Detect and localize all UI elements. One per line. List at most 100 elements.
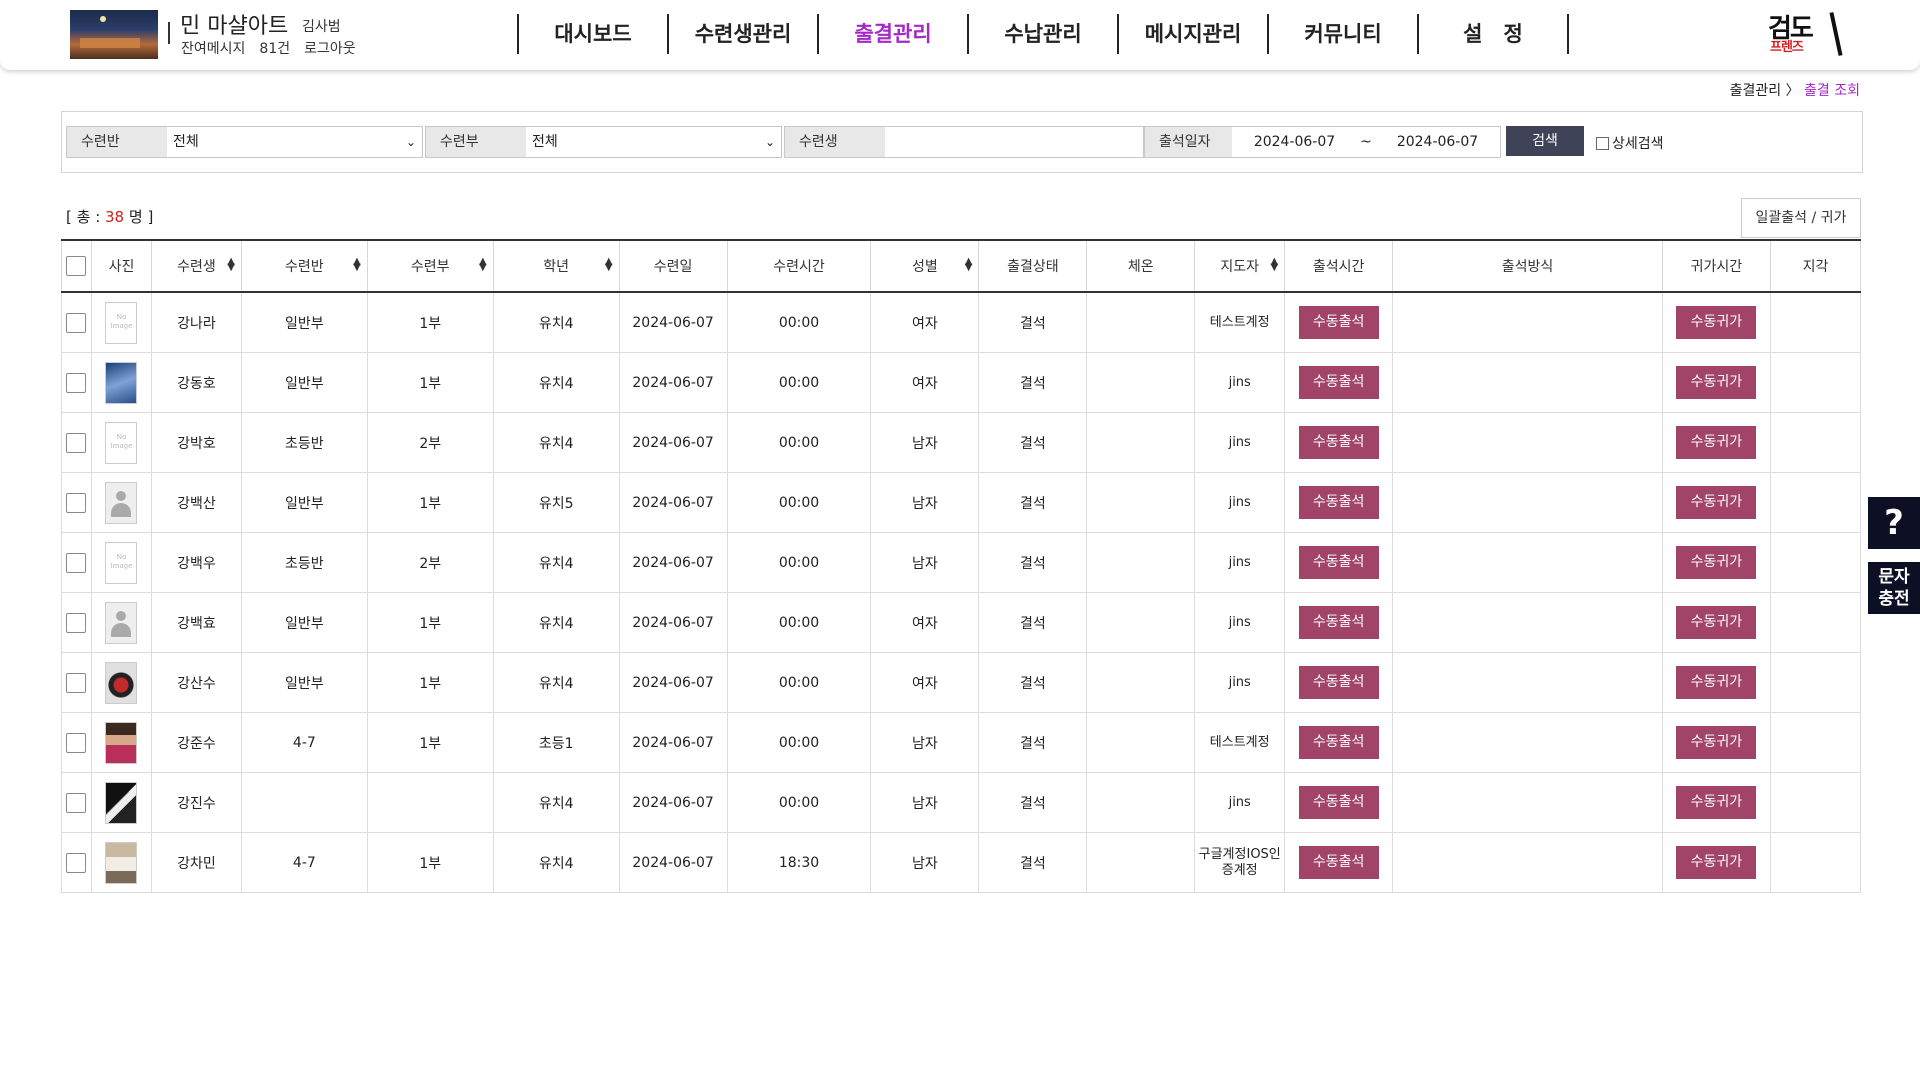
cell-class: 일반부: [240, 291, 368, 353]
checkin-cell: 수동출석: [1284, 652, 1394, 713]
cell-part: 1부: [366, 352, 494, 413]
nav-messages[interactable]: 메시지관리: [1119, 14, 1267, 54]
avatar: [105, 781, 138, 824]
manual-checkout-button[interactable]: 수동귀가: [1676, 726, 1757, 759]
logout-link[interactable]: 로그아웃: [304, 41, 356, 57]
part-value[interactable]: 전체 ⌄: [526, 127, 781, 157]
row-checkbox[interactable]: [66, 432, 87, 453]
avatar: [105, 361, 138, 404]
cell-student-name: 강나라: [150, 291, 242, 353]
checkout-cell: 수동귀가: [1661, 532, 1771, 593]
header-checkout-time: 귀가시간: [1661, 239, 1771, 293]
checkin-cell: 수동출석: [1284, 592, 1394, 653]
cell-part: 1부: [366, 712, 494, 773]
nav-divider: [1567, 14, 1569, 54]
manual-checkin-button[interactable]: 수동출석: [1298, 306, 1379, 339]
manual-checkin-button[interactable]: 수동출석: [1298, 846, 1379, 879]
cell-temperature: [1086, 532, 1196, 593]
cell-part: [366, 772, 494, 833]
part-select[interactable]: 수련부 전체 ⌄: [425, 126, 782, 158]
sort-icon[interactable]: ▲ ▼: [605, 257, 613, 273]
table-row: 강백산 일반부 1부 유치5 2024-06-07 00:00 남자 결석 jins 수동출석 수동…: [61, 472, 1862, 533]
manual-checkin-button[interactable]: 수동출석: [1298, 366, 1379, 399]
breadcrumb-parent[interactable]: 출결관리: [1730, 83, 1782, 99]
manual-checkout-button[interactable]: 수동귀가: [1676, 666, 1757, 699]
nav-dashboard[interactable]: 대시보드: [519, 14, 667, 54]
help-button[interactable]: ?: [1868, 497, 1920, 549]
manual-checkout-button[interactable]: 수동귀가: [1676, 366, 1757, 399]
manual-checkout-button[interactable]: 수동귀가: [1676, 546, 1757, 579]
row-checkbox[interactable]: [66, 312, 87, 333]
sort-icon[interactable]: ▲ ▼: [1270, 257, 1278, 273]
class-value[interactable]: 전체 ⌄: [167, 127, 422, 157]
nav-attendance[interactable]: 출결관리: [819, 14, 967, 54]
row-checkbox[interactable]: [66, 672, 87, 693]
manual-checkout-button[interactable]: 수동귀가: [1676, 846, 1757, 879]
cell-gender: 남자: [870, 412, 980, 473]
cell-coach: jins: [1194, 352, 1286, 413]
sort-icon[interactable]: ▲ ▼: [353, 257, 361, 273]
cell-grade: 유치4: [492, 832, 620, 893]
cell-part: 1부: [366, 592, 494, 653]
cell-checkin-method: [1392, 352, 1663, 413]
manual-checkin-button[interactable]: 수동출석: [1298, 486, 1379, 519]
row-checkbox[interactable]: [66, 552, 87, 573]
nav-settings[interactable]: 설 정: [1419, 14, 1567, 54]
date-to-input[interactable]: 2024-06-07: [1375, 127, 1500, 157]
table-row: 강산수 일반부 1부 유치4 2024-06-07 00:00 여자 결석 jins 수동출석 수동…: [61, 652, 1862, 713]
row-checkbox[interactable]: [66, 492, 87, 513]
cell-late: [1769, 772, 1862, 833]
student-field[interactable]: 수련생: [784, 126, 1144, 158]
manual-checkout-button[interactable]: 수동귀가: [1676, 426, 1757, 459]
student-input[interactable]: [885, 127, 1143, 157]
manual-checkout-button[interactable]: 수동귀가: [1676, 306, 1757, 339]
app-logo[interactable]: 검도 프렌즈: [1764, 8, 1848, 62]
class-select[interactable]: 수련반 전체 ⌄: [66, 126, 423, 158]
cell-checkin-method: [1392, 592, 1663, 653]
search-button[interactable]: 검색: [1506, 126, 1584, 156]
nav-community[interactable]: 커뮤니티: [1269, 14, 1417, 54]
header-part[interactable]: 수련부 ▲ ▼: [366, 239, 494, 293]
manual-checkin-button[interactable]: 수동출석: [1298, 666, 1379, 699]
manual-checkin-button[interactable]: 수동출석: [1298, 726, 1379, 759]
attendance-table: 사진 수련생 ▲ ▼ 수련반 ▲ ▼ 수련부 ▲ ▼ 학년 ▲ ▼ 수련일 수련시간 성별 ▲ ▼ …: [61, 239, 1862, 893]
header-gender[interactable]: 성별 ▲ ▼: [870, 239, 980, 293]
advanced-search[interactable]: 상세검색: [1596, 133, 1664, 153]
row-checkbox[interactable]: [66, 612, 87, 633]
cell-training-time: 00:00: [726, 472, 872, 533]
sort-icon[interactable]: ▲ ▼: [479, 257, 487, 273]
cell-part: 1부: [366, 472, 494, 533]
cell-coach: 구글계정IOS인증계정: [1194, 832, 1286, 893]
advanced-search-checkbox[interactable]: [1596, 136, 1609, 150]
cell-gender: 남자: [870, 772, 980, 833]
date-from-input[interactable]: 2024-06-07: [1232, 127, 1357, 157]
header-name[interactable]: 수련생 ▲ ▼: [150, 239, 242, 293]
row-checkbox[interactable]: [66, 732, 87, 753]
manual-checkin-button[interactable]: 수동출석: [1298, 606, 1379, 639]
manual-checkout-button[interactable]: 수동귀가: [1676, 486, 1757, 519]
sort-icon[interactable]: ▲ ▼: [227, 257, 235, 273]
sort-icon[interactable]: ▲ ▼: [965, 257, 973, 273]
manual-checkout-button[interactable]: 수동귀가: [1676, 786, 1757, 819]
row-checkbox[interactable]: [66, 372, 87, 393]
cell-attendance-status: 결석: [978, 412, 1088, 473]
sms-recharge-button[interactable]: 문자 충전: [1868, 562, 1920, 614]
header-coach[interactable]: 지도자 ▲ ▼: [1194, 239, 1286, 293]
nav-students[interactable]: 수련생관리: [669, 14, 817, 54]
manual-checkin-button[interactable]: 수동출석: [1298, 426, 1379, 459]
bulk-attendance-button[interactable]: 일괄출석 / 귀가: [1741, 198, 1861, 238]
nav-payments[interactable]: 수납관리: [969, 14, 1117, 54]
header-class[interactable]: 수련반 ▲ ▼: [240, 239, 368, 293]
row-checkbox[interactable]: [66, 792, 87, 813]
dojo-photo[interactable]: [70, 10, 158, 59]
header-grade[interactable]: 학년 ▲ ▼: [492, 239, 620, 293]
row-checkbox[interactable]: [66, 852, 87, 873]
manual-checkin-button[interactable]: 수동출석: [1298, 786, 1379, 819]
photo-cell: [90, 652, 152, 713]
cell-student-name: 강백효: [150, 592, 242, 653]
manual-checkout-button[interactable]: 수동귀가: [1676, 606, 1757, 639]
table-row: 강박호초등반2부유치42024-06-0700:00남자결석 jins 수동출석 수동…: [61, 412, 1862, 473]
photo-cell: [90, 472, 152, 533]
select-all-checkbox[interactable]: [66, 256, 87, 276]
manual-checkin-button[interactable]: 수동출석: [1298, 546, 1379, 579]
